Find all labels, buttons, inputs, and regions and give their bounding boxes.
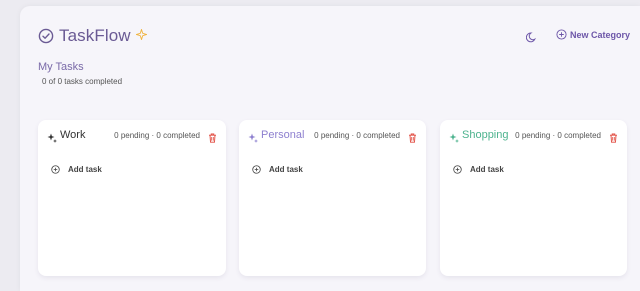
new-category-button[interactable]: New Category xyxy=(556,29,630,40)
app-logo: TaskFlow xyxy=(38,26,148,46)
plus-circle-icon xyxy=(252,165,261,174)
check-circle-icon xyxy=(38,28,54,44)
sparkle-icon xyxy=(449,130,459,143)
category-card-personal: Personal 0 pending · 0 completed Add tas… xyxy=(239,120,426,276)
sparkle-icon xyxy=(134,27,148,41)
category-header: Personal 0 pending · 0 completed xyxy=(248,128,417,143)
plus-circle-icon xyxy=(556,29,567,40)
trash-icon[interactable] xyxy=(609,130,618,143)
category-stats: 0 pending · 0 completed xyxy=(314,130,400,140)
category-name: Personal xyxy=(261,129,305,141)
new-category-label: New Category xyxy=(570,29,631,40)
add-task-button[interactable]: Add task xyxy=(252,165,303,174)
add-task-label: Add task xyxy=(470,165,504,174)
category-card-work: Work 0 pending · 0 completed Add task xyxy=(38,120,226,276)
category-header: Work 0 pending · 0 completed xyxy=(47,128,217,143)
plus-circle-icon xyxy=(51,165,60,174)
category-stats: 0 pending · 0 completed xyxy=(114,130,200,140)
category-header: Shopping 0 pending · 0 completed xyxy=(449,128,618,143)
sparkle-icon xyxy=(248,130,258,143)
theme-toggle-moon-icon[interactable] xyxy=(525,30,538,43)
app-title: TaskFlow xyxy=(59,26,131,45)
add-task-button[interactable]: Add task xyxy=(51,165,102,174)
plus-circle-icon xyxy=(453,165,462,174)
category-stats: 0 pending · 0 completed xyxy=(515,130,601,140)
trash-icon[interactable] xyxy=(208,130,217,143)
add-task-label: Add task xyxy=(68,165,102,174)
add-task-label: Add task xyxy=(269,165,303,174)
tasks-progress-text: 0 of 0 tasks completed xyxy=(42,77,123,86)
section-title: My Tasks xyxy=(38,61,84,73)
category-card-shopping: Shopping 0 pending · 0 completed Add tas… xyxy=(440,120,627,276)
sparkle-icon xyxy=(47,130,57,143)
category-name: Shopping xyxy=(462,129,509,141)
add-task-button[interactable]: Add task xyxy=(453,165,504,174)
trash-icon[interactable] xyxy=(408,130,417,143)
category-name: Work xyxy=(60,129,86,141)
